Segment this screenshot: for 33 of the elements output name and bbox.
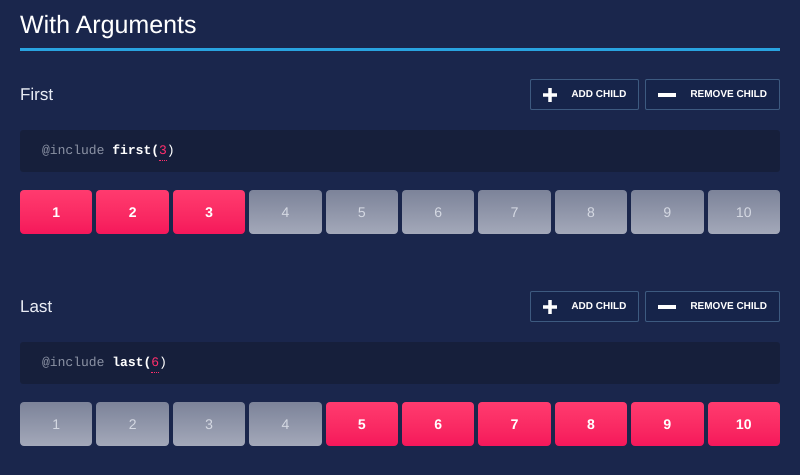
child-tile: 3 [172, 190, 246, 234]
child-tile: 6 [402, 402, 474, 446]
section-heading: Last [20, 296, 52, 318]
child-tile: 9 [631, 190, 704, 234]
child-tile: 1 [20, 402, 92, 446]
child-tile: 7 [478, 402, 551, 446]
plus-icon [543, 300, 558, 314]
add-child-button[interactable]: ADD CHILD [530, 79, 640, 110]
child-tile: 2 [96, 402, 169, 446]
child-tile: 8 [554, 402, 628, 446]
minus-icon [658, 92, 676, 96]
minus-icon [658, 304, 676, 308]
code-block: @include first(3) [20, 130, 780, 172]
code-block: @include last(6) [20, 342, 780, 384]
child-tile: 5 [326, 402, 398, 446]
child-tile: 3 [172, 402, 246, 446]
child-tile: 5 [326, 190, 398, 234]
add-child-button[interactable]: ADD CHILD [530, 291, 640, 322]
child-tile: 2 [96, 190, 169, 234]
child-tile: 8 [554, 190, 628, 234]
section-heading: First [20, 84, 54, 106]
child-tile: 6 [402, 190, 474, 234]
child-tile: 9 [631, 402, 704, 446]
child-tile: 10 [708, 402, 780, 446]
child-tile: 1 [20, 190, 92, 234]
remove-child-button[interactable]: REMOVE CHILD [645, 291, 780, 322]
plus-icon [543, 88, 558, 102]
child-tile: 10 [708, 190, 780, 234]
page-title: With Arguments [20, 10, 198, 41]
child-tile: 4 [249, 402, 322, 446]
child-tile: 4 [249, 190, 322, 234]
remove-child-button[interactable]: REMOVE CHILD [645, 79, 780, 110]
child-tile: 7 [478, 190, 551, 234]
